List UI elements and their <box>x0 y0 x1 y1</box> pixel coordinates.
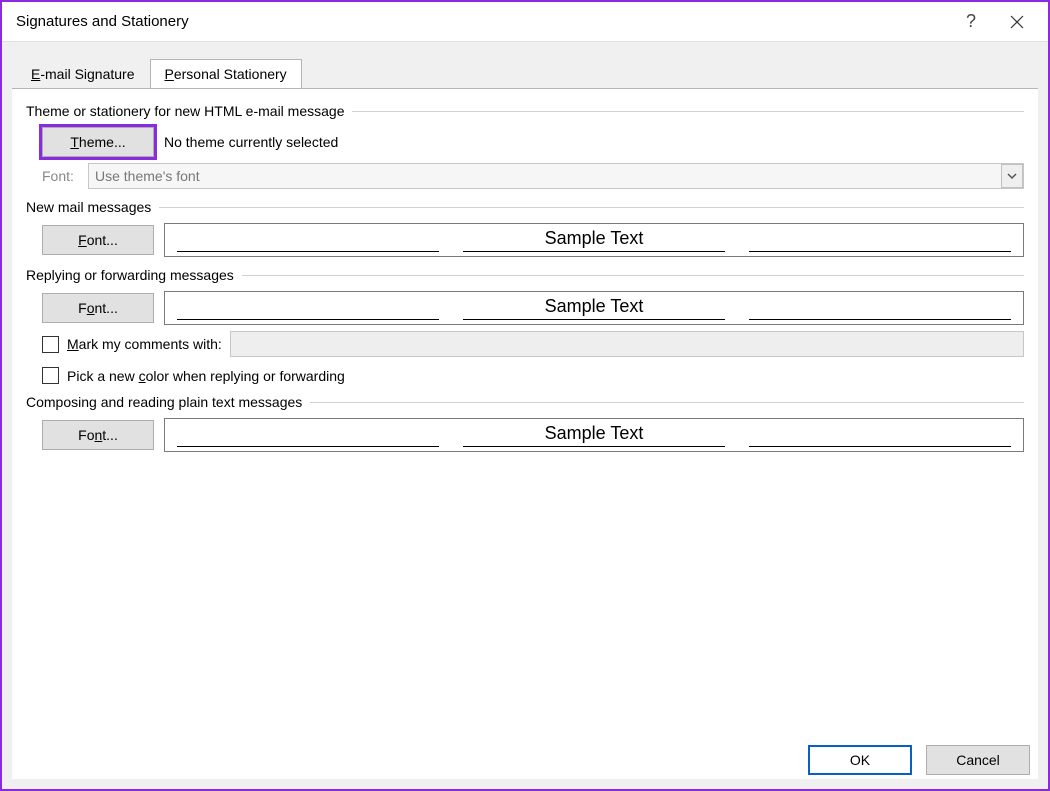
new-mail-sample-box: Sample Text <box>164 223 1024 257</box>
theme-button-label: heme... <box>79 134 126 150</box>
new-mail-group: New mail messages Font... Sample Text <box>26 199 1024 257</box>
tab-email-signature-accel: E <box>31 66 40 82</box>
help-icon: ? <box>966 11 976 32</box>
plain-legend-row: Composing and reading plain text message… <box>26 394 1024 410</box>
divider <box>310 402 1024 403</box>
tab-personal-stationery-label: ersonal Stationery <box>174 66 287 82</box>
theme-font-select-value: Use theme's font <box>95 168 200 184</box>
plain-sample-box: Sample Text <box>164 418 1024 452</box>
reply-font-button[interactable]: Font... <box>42 293 154 323</box>
divider <box>352 111 1024 112</box>
theme-button[interactable]: Theme... <box>42 127 154 157</box>
close-button[interactable] <box>994 3 1040 41</box>
reply-group: Replying or forwarding messages Font... … <box>26 267 1024 384</box>
theme-group-legend: Theme or stationery for new HTML e-mail … <box>26 103 352 119</box>
new-mail-row: Font... Sample Text <box>42 223 1024 257</box>
reply-font-row: Font... Sample Text <box>42 291 1024 325</box>
dialog-footer: OK Cancel <box>808 745 1030 775</box>
theme-font-label: Font: <box>42 168 78 184</box>
mark-comments-label: Mark my comments with: <box>67 336 222 352</box>
divider <box>242 275 1024 276</box>
theme-group-legend-row: Theme or stationery for new HTML e-mail … <box>26 103 1024 119</box>
theme-row: Theme... No theme currently selected <box>42 127 1024 157</box>
plain-font-pre: Fo <box>78 427 94 443</box>
window-title: Signatures and Stationery <box>16 13 948 30</box>
plain-font-row: Font... Sample Text <box>42 418 1024 452</box>
theme-font-select[interactable]: Use theme's font <box>88 163 1024 189</box>
new-mail-font-button[interactable]: Font... <box>42 225 154 255</box>
sample-segment-left <box>177 423 439 447</box>
plain-font-post: t... <box>102 427 118 443</box>
cancel-button[interactable]: Cancel <box>926 745 1030 775</box>
plain-sample-text: Sample Text <box>463 423 725 447</box>
mark-comments-field[interactable] <box>230 331 1024 357</box>
pick-color-label: Pick a new color when replying or forwar… <box>67 368 345 384</box>
mark-comments-row: Mark my comments with: <box>42 331 1024 357</box>
chevron-down-icon <box>1007 171 1017 181</box>
plain-legend: Composing and reading plain text message… <box>26 394 310 410</box>
pick-color-row: Pick a new color when replying or forwar… <box>42 367 1024 384</box>
theme-font-row: Font: Use theme's font <box>42 163 1024 189</box>
sample-segment-right <box>749 228 1011 252</box>
tab-email-signature[interactable]: E-mail Signature <box>16 59 150 89</box>
close-icon <box>1010 15 1024 29</box>
sample-segment-right <box>749 296 1011 320</box>
sample-segment-left <box>177 228 439 252</box>
plain-font-button[interactable]: Font... <box>42 420 154 450</box>
reply-font-pre: F <box>78 300 87 316</box>
tabstrip: E-mail Signature Personal Stationery <box>2 42 1048 88</box>
new-mail-sample-text: Sample Text <box>463 228 725 252</box>
new-mail-legend-row: New mail messages <box>26 199 1024 215</box>
reply-sample-box: Sample Text <box>164 291 1024 325</box>
reply-legend: Replying or forwarding messages <box>26 267 242 283</box>
plain-text-group: Composing and reading plain text message… <box>26 394 1024 452</box>
reply-legend-row: Replying or forwarding messages <box>26 267 1024 283</box>
signatures-stationery-dialog: Signatures and Stationery ? E-mail Signa… <box>0 0 1050 791</box>
theme-group: Theme or stationery for new HTML e-mail … <box>26 103 1024 189</box>
pick-color-checkbox[interactable] <box>42 367 59 384</box>
new-mail-font-label: ont... <box>87 232 118 248</box>
sample-segment-right <box>749 423 1011 447</box>
tab-personal-stationery-accel: P <box>165 66 174 82</box>
divider <box>159 207 1024 208</box>
theme-button-accel: T <box>70 134 79 150</box>
mark-comments-checkbox[interactable] <box>42 336 59 353</box>
new-mail-legend: New mail messages <box>26 199 159 215</box>
theme-font-select-dropdown[interactable] <box>1001 164 1023 188</box>
ok-button[interactable]: OK <box>808 745 912 775</box>
tab-personal-stationery[interactable]: Personal Stationery <box>150 59 302 89</box>
new-mail-font-accel: F <box>78 232 87 248</box>
reply-font-accel: o <box>87 300 95 316</box>
reply-font-post: nt... <box>95 300 118 316</box>
personal-stationery-panel: Theme or stationery for new HTML e-mail … <box>12 88 1038 779</box>
titlebar: Signatures and Stationery ? <box>2 2 1048 42</box>
help-button[interactable]: ? <box>948 3 994 41</box>
sample-segment-left <box>177 296 439 320</box>
tab-email-signature-label: -mail Signature <box>40 66 134 82</box>
reply-sample-text: Sample Text <box>463 296 725 320</box>
theme-status-text: No theme currently selected <box>164 134 338 150</box>
